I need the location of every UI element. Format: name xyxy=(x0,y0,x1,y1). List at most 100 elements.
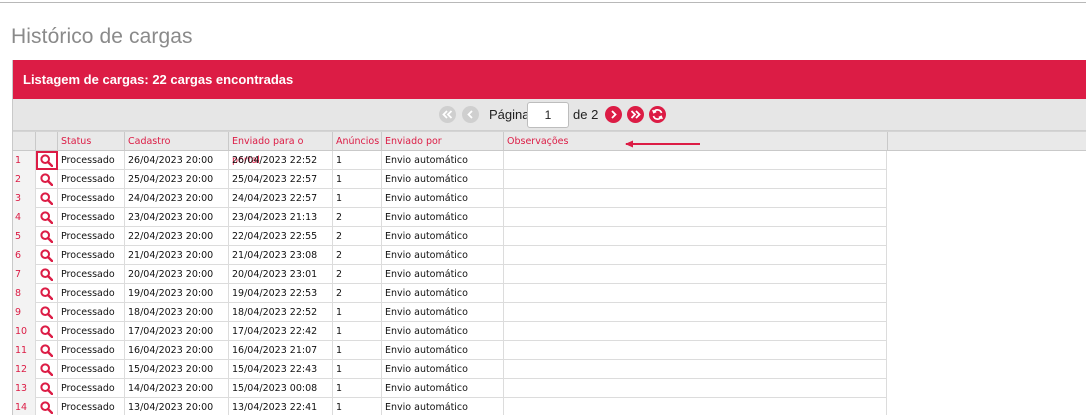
view-button[interactable] xyxy=(36,398,58,415)
row-index: 14 xyxy=(13,398,36,415)
cell-anuncios: 2 xyxy=(333,246,382,265)
column-header-cadastro[interactable]: Cadastro xyxy=(125,132,229,151)
row-index: 2 xyxy=(13,170,36,189)
view-button[interactable] xyxy=(36,151,58,170)
cell-status: Processado xyxy=(58,379,125,398)
view-button[interactable] xyxy=(36,170,58,189)
page-input[interactable] xyxy=(527,102,569,128)
cell-anuncios: 1 xyxy=(333,379,382,398)
column-header-enviado-por[interactable]: Enviado por xyxy=(382,132,504,151)
cell-anuncios: 1 xyxy=(333,303,382,322)
cell-status: Processado xyxy=(58,170,125,189)
chevron-right-icon xyxy=(611,110,617,119)
table-row[interactable]: 8 Processado 19/04/2023 20:00 19/04/2023 22… xyxy=(13,284,887,303)
cell-cadastro: 20/04/2023 20:00 xyxy=(125,265,229,284)
cell-enviado-portal: 26/04/2023 22:52 xyxy=(229,151,333,170)
cell-cadastro: 13/04/2023 20:00 xyxy=(125,398,229,415)
page-label: Página xyxy=(489,107,530,122)
view-button[interactable] xyxy=(36,246,58,265)
cell-enviado-portal: 13/04/2023 22:41 xyxy=(229,398,333,415)
search-icon xyxy=(40,363,53,376)
annotation-arrow xyxy=(625,140,700,148)
cell-observacoes xyxy=(504,322,887,341)
table-row[interactable]: 2 Processado 25/04/2023 20:00 25/04/2023 22… xyxy=(13,170,887,189)
table-row[interactable]: 6 Processado 21/04/2023 20:00 21/04/2023 23… xyxy=(13,246,887,265)
search-icon xyxy=(40,249,53,262)
cell-enviado-por: Envio automático xyxy=(382,341,504,360)
cell-enviado-por: Envio automático xyxy=(382,322,504,341)
search-icon xyxy=(40,230,53,243)
grid-header: Status Cadastro Enviado para o portal An… xyxy=(13,131,1086,166)
refresh-button[interactable] xyxy=(649,106,666,123)
cell-enviado-portal: 15/04/2023 22:43 xyxy=(229,360,333,379)
column-header-enviado-portal[interactable]: Enviado para o portal xyxy=(229,132,333,166)
view-button[interactable] xyxy=(36,341,58,360)
cell-cadastro: 17/04/2023 20:00 xyxy=(125,322,229,341)
column-header-status[interactable]: Status xyxy=(58,132,125,151)
cell-status: Processado xyxy=(58,398,125,415)
next-page-button[interactable] xyxy=(605,106,622,123)
cell-cadastro: 19/04/2023 20:00 xyxy=(125,284,229,303)
view-button[interactable] xyxy=(36,360,58,379)
cell-enviado-portal: 19/04/2023 22:53 xyxy=(229,284,333,303)
view-button[interactable] xyxy=(36,189,58,208)
grid-body: 1 Processado 26/04/2023 20:00 26/04/2023 22… xyxy=(13,151,887,415)
page-count: de 2 xyxy=(573,107,599,122)
cell-enviado-por: Envio automático xyxy=(382,360,504,379)
cell-observacoes xyxy=(504,189,887,208)
row-index: 7 xyxy=(13,265,36,284)
search-icon xyxy=(40,382,53,395)
table-row[interactable]: 7 Processado 20/04/2023 20:00 20/04/2023 23… xyxy=(13,265,887,284)
search-icon xyxy=(40,154,53,167)
table-row[interactable]: 5 Processado 22/04/2023 20:00 22/04/2023 22… xyxy=(13,227,887,246)
view-button[interactable] xyxy=(36,303,58,322)
chevron-left-icon xyxy=(467,110,473,119)
view-button[interactable] xyxy=(36,265,58,284)
row-index: 3 xyxy=(13,189,36,208)
search-icon xyxy=(40,192,53,205)
cell-status: Processado xyxy=(58,151,125,170)
view-button[interactable] xyxy=(36,227,58,246)
cell-enviado-portal: 16/04/2023 21:07 xyxy=(229,341,333,360)
cell-observacoes xyxy=(504,208,887,227)
search-icon xyxy=(40,344,53,357)
row-index: 10 xyxy=(13,322,36,341)
table-row[interactable]: 4 Processado 23/04/2023 20:00 23/04/2023 21… xyxy=(13,208,887,227)
table-row[interactable]: 1 Processado 26/04/2023 20:00 26/04/2023 22… xyxy=(13,151,887,170)
view-button[interactable] xyxy=(36,208,58,227)
cell-observacoes xyxy=(504,360,887,379)
view-button[interactable] xyxy=(36,284,58,303)
row-index: 8 xyxy=(13,284,36,303)
table-row[interactable]: 9 Processado 18/04/2023 20:00 18/04/2023 22… xyxy=(13,303,887,322)
cell-status: Processado xyxy=(58,341,125,360)
last-page-button[interactable] xyxy=(627,106,644,123)
view-button[interactable] xyxy=(36,379,58,398)
table-row[interactable]: 11 Processado 16/04/2023 20:00 16/04/2023 2… xyxy=(13,341,887,360)
cell-enviado-por: Envio automático xyxy=(382,303,504,322)
cell-observacoes xyxy=(504,379,887,398)
cell-anuncios: 2 xyxy=(333,208,382,227)
view-button[interactable] xyxy=(36,322,58,341)
cell-status: Processado xyxy=(58,265,125,284)
table-row[interactable]: 3 Processado 24/04/2023 20:00 24/04/2023 22… xyxy=(13,189,887,208)
cell-observacoes xyxy=(504,151,887,170)
first-page-button[interactable] xyxy=(439,106,456,123)
table-row[interactable]: 12 Processado 15/04/2023 20:00 15/04/2023 2… xyxy=(13,360,887,379)
cell-status: Processado xyxy=(58,227,125,246)
cell-cadastro: 24/04/2023 20:00 xyxy=(125,189,229,208)
cell-cadastro: 15/04/2023 20:00 xyxy=(125,360,229,379)
cell-status: Processado xyxy=(58,322,125,341)
cell-cadastro: 18/04/2023 20:00 xyxy=(125,303,229,322)
cell-enviado-portal: 21/04/2023 23:08 xyxy=(229,246,333,265)
table-row[interactable]: 13 Processado 14/04/2023 20:00 15/04/2023 0… xyxy=(13,379,887,398)
prev-page-button[interactable] xyxy=(462,106,479,123)
table-row[interactable]: 14 Processado 13/04/2023 20:00 13/04/2023 2… xyxy=(13,398,887,415)
cell-cadastro: 21/04/2023 20:00 xyxy=(125,246,229,265)
cell-anuncios: 1 xyxy=(333,322,382,341)
cell-status: Processado xyxy=(58,189,125,208)
cell-enviado-por: Envio automático xyxy=(382,151,504,170)
column-header-anuncios[interactable]: Anúncios xyxy=(333,132,382,151)
cell-status: Processado xyxy=(58,208,125,227)
cell-enviado-por: Envio automático xyxy=(382,246,504,265)
table-row[interactable]: 10 Processado 17/04/2023 20:00 17/04/2023 2… xyxy=(13,322,887,341)
